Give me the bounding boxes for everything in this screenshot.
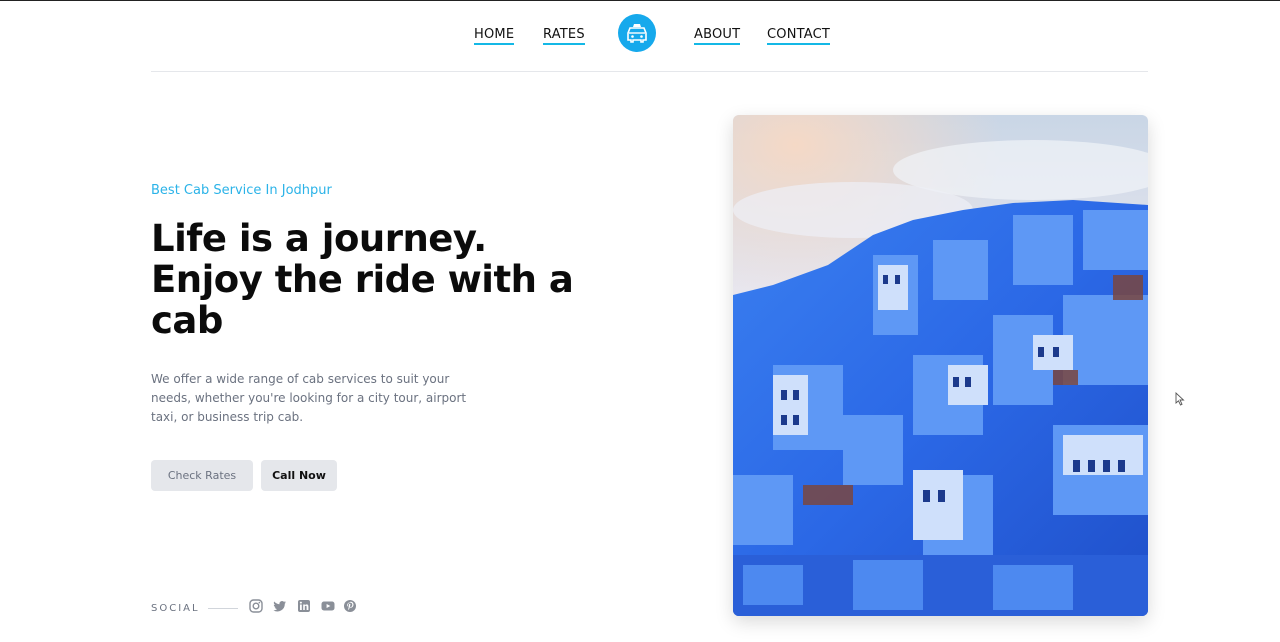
headline-line-1: Life is a journey.: [151, 217, 487, 260]
youtube-icon[interactable]: [321, 599, 335, 613]
taxi-logo-icon[interactable]: [618, 14, 656, 52]
blue-city-photo: [733, 115, 1148, 616]
check-rates-button[interactable]: Check Rates: [151, 460, 253, 491]
nav-home-link[interactable]: HOME: [474, 27, 515, 45]
mouse-cursor-icon: [1175, 392, 1185, 406]
hero-eyebrow: Best Cab Service In Jodhpur: [151, 183, 332, 198]
linkedin-icon[interactable]: [297, 599, 311, 613]
twitter-icon[interactable]: [273, 599, 287, 613]
social-label: SOCIAL: [151, 603, 200, 614]
hero-headline: Life is a journey. Enjoy the ride with a…: [151, 218, 581, 341]
social-divider: [208, 608, 238, 609]
pinterest-icon[interactable]: [343, 599, 357, 613]
taxi-icon: [627, 24, 647, 43]
hero-description: We offer a wide range of cab services to…: [151, 372, 467, 424]
nav-rates-link[interactable]: RATES: [543, 27, 585, 45]
nav-contact-link[interactable]: CONTACT: [767, 27, 831, 45]
hero-city-image: [733, 115, 1148, 616]
headline-line-3: cab: [151, 299, 223, 342]
nav-about-link[interactable]: ABOUT: [694, 27, 741, 45]
main-nav: HOME RATES ABOUT CONTACT: [0, 0, 1280, 72]
nav-divider: [151, 71, 1148, 72]
headline-line-2: Enjoy the ride with a: [151, 258, 574, 301]
call-now-button[interactable]: Call Now: [261, 460, 337, 491]
instagram-icon[interactable]: [249, 599, 263, 613]
